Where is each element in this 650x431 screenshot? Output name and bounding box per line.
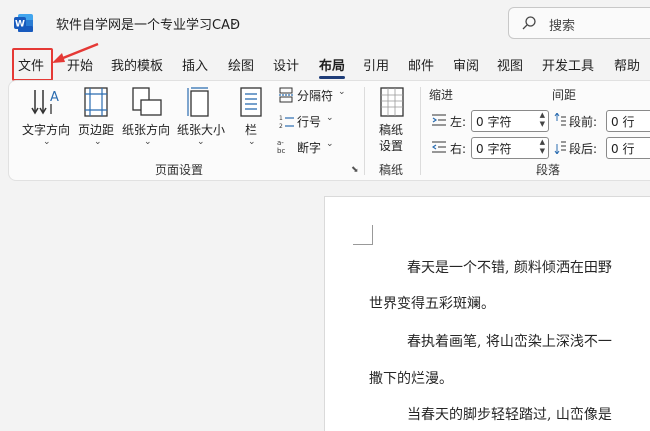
tab-design[interactable]: 设计 bbox=[273, 55, 299, 74]
chevron-down-icon[interactable]: ⌄ bbox=[326, 113, 334, 123]
document-title[interactable]: 软件自学网是一个专业学习CAD bbox=[56, 14, 240, 33]
svg-text:W: W bbox=[15, 20, 25, 30]
spacing-before-spinbox[interactable]: 0 行 bbox=[606, 110, 650, 132]
active-tab-indicator bbox=[319, 76, 345, 79]
svg-text:2: 2 bbox=[279, 123, 283, 129]
hyphenation-button[interactable]: 断字 bbox=[297, 139, 321, 156]
document-page[interactable]: 春天是一个不错, 颜料倾洒在田野 世界变得五彩斑斓。 春执着画笔, 将山峦染上深… bbox=[324, 196, 650, 431]
indent-right-value: 0 字符 bbox=[476, 142, 512, 156]
tab-developer[interactable]: 开发工具 bbox=[542, 55, 594, 74]
hyphenation-icon: a- bc bbox=[277, 139, 285, 154]
chevron-down-icon[interactable]: ⌄ bbox=[144, 137, 152, 147]
group-separator bbox=[420, 87, 421, 175]
chevron-down-icon[interactable]: ⌄ bbox=[94, 137, 102, 147]
chevron-down-icon[interactable]: ⌄ bbox=[43, 137, 51, 147]
word-logo-icon: W bbox=[14, 14, 33, 32]
line-numbers-button[interactable]: 行号 bbox=[297, 113, 321, 130]
spacing-before-value: 0 行 bbox=[611, 115, 635, 129]
tab-help[interactable]: 帮助 bbox=[614, 55, 640, 74]
orientation-icon bbox=[132, 87, 162, 116]
indent-left-value: 0 字符 bbox=[476, 115, 512, 129]
text-direction-button[interactable]: 文字方向 bbox=[22, 121, 70, 138]
ribbon-layout: A 文字方向 ⌄ 页边距 ⌄ 纸张方向 ⌄ 纸张大小 ⌄ 栏 ⌄ 分隔符 ⌄ 1… bbox=[8, 80, 650, 181]
chevron-down-icon[interactable]: ⌄ bbox=[326, 139, 334, 149]
tab-review[interactable]: 审阅 bbox=[453, 55, 479, 74]
indent-left-spinbox[interactable]: 0 字符 ▲ ▼ bbox=[471, 110, 549, 132]
tab-insert[interactable]: 插入 bbox=[182, 55, 208, 74]
orientation-button[interactable]: 纸张方向 bbox=[122, 121, 170, 138]
breaks-button[interactable]: 分隔符 bbox=[297, 87, 333, 104]
spacing-after-value: 0 行 bbox=[611, 142, 635, 156]
indent-right-icon bbox=[432, 141, 446, 153]
tab-references[interactable]: 引用 bbox=[363, 55, 389, 74]
svg-text:1: 1 bbox=[279, 115, 283, 122]
search-icon bbox=[522, 16, 536, 30]
paragraph-group-label: 段落 bbox=[536, 163, 561, 177]
chevron-down-icon[interactable]: ⌄ bbox=[248, 137, 256, 147]
svg-text:A: A bbox=[50, 90, 59, 105]
tab-my-templates[interactable]: 我的模板 bbox=[111, 55, 163, 74]
manuscript-setup-button-line2[interactable]: 设置 bbox=[379, 137, 403, 154]
paper-size-button[interactable]: 纸张大小 bbox=[177, 121, 225, 138]
page-setup-group-label: 页面设置 bbox=[155, 163, 204, 177]
document-line[interactable]: 撒下的烂漫。 bbox=[369, 368, 453, 388]
chevron-down-icon[interactable]: ⌄ bbox=[229, 14, 239, 28]
red-arrow-annotation bbox=[52, 42, 99, 63]
spacing-after-spinbox[interactable]: 0 行 bbox=[606, 137, 650, 159]
indent-right-spinbox[interactable]: 0 字符 ▲ ▼ bbox=[471, 137, 549, 159]
manuscript-group-label: 稿纸 bbox=[379, 163, 404, 177]
document-line[interactable]: 世界变得五彩斑斓。 bbox=[369, 293, 495, 313]
document-line[interactable]: 当春天的脚步轻轻踏过, 山峦像是 bbox=[407, 404, 612, 424]
manuscript-setup-icon bbox=[380, 87, 404, 117]
spacing-after-icon bbox=[554, 141, 566, 154]
line-numbers-icon: 1 2 bbox=[279, 115, 294, 129]
document-line[interactable]: 春执着画笔, 将山峦染上深浅不一 bbox=[407, 331, 612, 351]
group-separator bbox=[364, 87, 365, 175]
tab-draw[interactable]: 绘图 bbox=[228, 55, 254, 74]
search-placeholder: 搜索 bbox=[549, 19, 576, 34]
spacing-after-label: 段后: bbox=[569, 142, 598, 156]
indent-right-label: 右: bbox=[450, 142, 467, 156]
svg-text:a-: a- bbox=[277, 139, 284, 147]
margin-corner-mark bbox=[353, 225, 373, 245]
document-line[interactable]: 春天是一个不错, 颜料倾洒在田野 bbox=[407, 257, 612, 277]
spinner-arrows-icon[interactable]: ▲ ▼ bbox=[540, 138, 545, 156]
spacing-before-label: 段前: bbox=[569, 115, 598, 129]
margins-button[interactable]: 页边距 bbox=[78, 121, 114, 138]
manuscript-setup-button-line1[interactable]: 稿纸 bbox=[379, 121, 403, 138]
spinner-arrows-icon[interactable]: ▲ ▼ bbox=[540, 111, 545, 129]
file-tab-highlight-box bbox=[12, 48, 53, 81]
chevron-down-icon[interactable]: ⌄ bbox=[338, 87, 346, 97]
tab-layout[interactable]: 布局 bbox=[319, 55, 345, 74]
spacing-label: 间距 bbox=[552, 88, 577, 102]
tab-mailings[interactable]: 邮件 bbox=[408, 55, 434, 74]
search-box[interactable]: 搜索 bbox=[508, 7, 650, 39]
indent-left-label: 左: bbox=[450, 115, 467, 129]
svg-text:bc: bc bbox=[277, 147, 285, 154]
margins-icon bbox=[84, 87, 108, 117]
breaks-icon bbox=[279, 87, 293, 103]
paper-size-icon bbox=[187, 87, 209, 117]
columns-button[interactable]: 栏 bbox=[245, 121, 257, 138]
indent-label: 缩进 bbox=[429, 88, 454, 102]
spacing-before-icon bbox=[554, 113, 566, 126]
indent-left-icon bbox=[432, 114, 446, 126]
text-direction-icon: A bbox=[31, 90, 59, 115]
tab-view[interactable]: 视图 bbox=[497, 55, 523, 74]
chevron-down-icon[interactable]: ⌄ bbox=[197, 137, 205, 147]
columns-icon bbox=[240, 87, 262, 117]
dialog-launcher-icon[interactable]: ⬊ bbox=[351, 165, 359, 175]
